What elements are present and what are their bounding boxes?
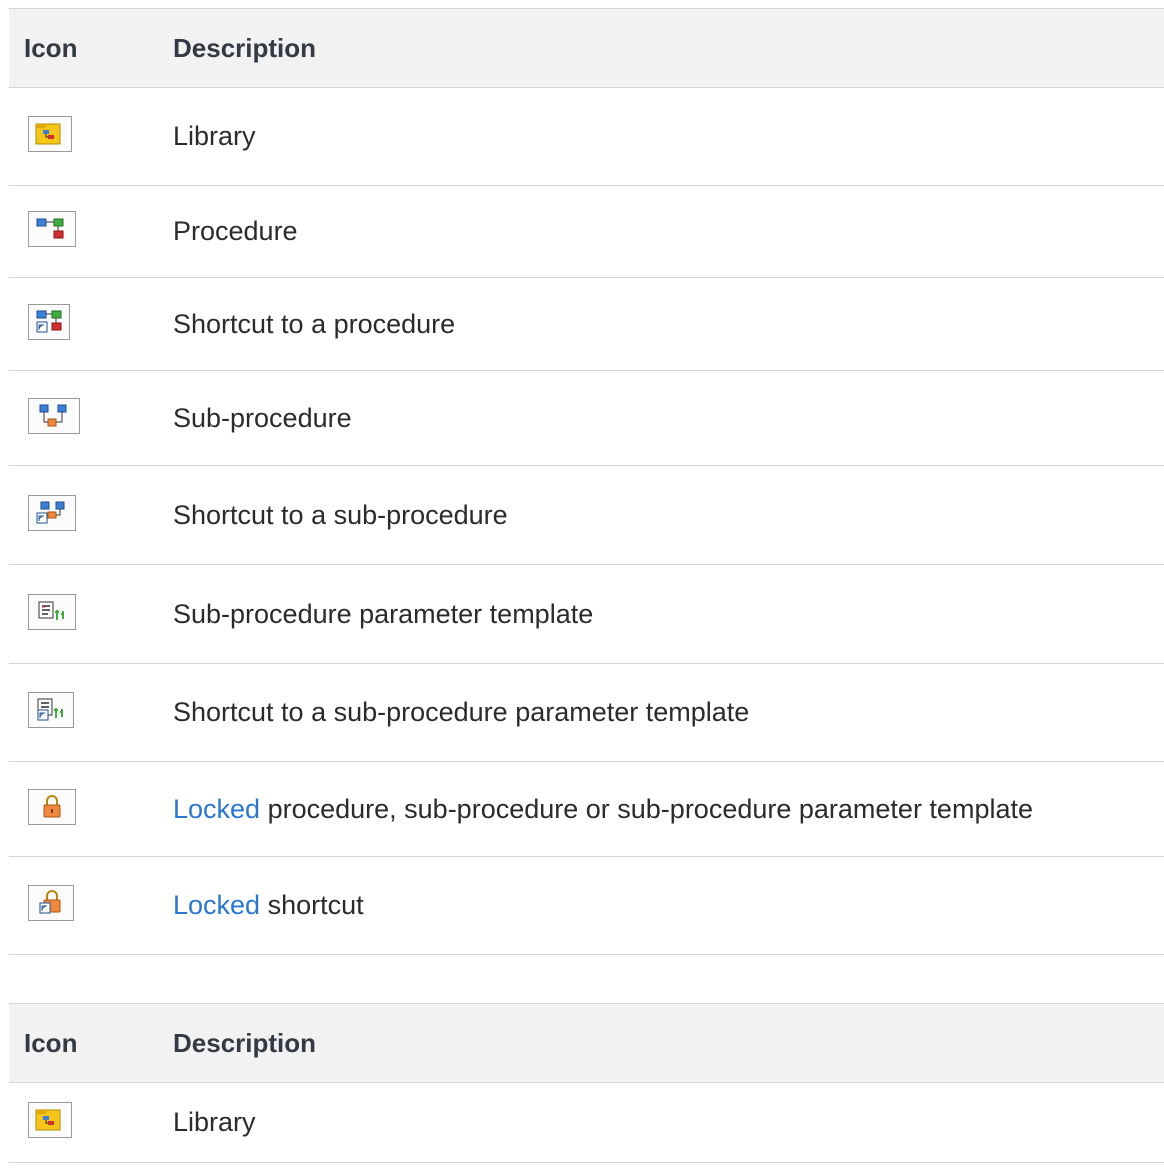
header-description: Description xyxy=(173,32,317,63)
row-description: Library xyxy=(173,1107,256,1137)
table-row: Procedure xyxy=(9,186,1164,278)
row-description: Procedure xyxy=(173,216,298,246)
table-row: Library xyxy=(9,88,1164,186)
row-description: Shortcut to a procedure xyxy=(173,308,456,339)
table-row: Shortcut to a procedure xyxy=(9,278,1164,371)
parameter-template-icon xyxy=(28,593,76,630)
locked-link[interactable]: Locked xyxy=(173,794,260,824)
procedure-icon xyxy=(28,211,76,247)
procedure-shortcut-icon xyxy=(28,303,70,340)
table-row: Sub-procedure parameter template xyxy=(9,565,1164,664)
sub-procedure-icon xyxy=(28,397,80,434)
row-description: Shortcut to a sub-procedure parameter te… xyxy=(173,697,750,727)
library-icon xyxy=(28,116,72,152)
table-row: Shortcut to a sub-procedure xyxy=(9,466,1164,565)
icon-table-2: Icon Description Library xyxy=(9,1003,1164,1163)
library-icon xyxy=(28,1102,72,1138)
table-header: Icon Description xyxy=(9,9,1164,88)
row-description: Library xyxy=(173,121,256,151)
table-row: Locked procedure, sub-procedure or sub-p… xyxy=(9,762,1164,857)
locked-link[interactable]: Locked xyxy=(173,890,260,920)
locked-shortcut-icon xyxy=(28,885,74,921)
locked-icon xyxy=(28,788,76,825)
parameter-template-shortcut-icon xyxy=(28,692,74,728)
row-description: Shortcut to a sub-procedure xyxy=(173,499,508,530)
table-row: Library xyxy=(9,1083,1164,1163)
header-description: Description xyxy=(173,1027,317,1058)
row-description: Sub-procedure parameter template xyxy=(173,598,594,629)
row-description: Locked shortcut xyxy=(173,890,364,920)
header-icon: Icon xyxy=(24,32,78,63)
row-description: Sub-procedure xyxy=(173,402,352,433)
sub-procedure-shortcut-icon xyxy=(28,494,76,531)
table-row: Shortcut to a sub-procedure parameter te… xyxy=(9,664,1164,762)
table-row: Locked shortcut xyxy=(9,857,1164,955)
row-description: Locked procedure, sub-procedure or sub-p… xyxy=(173,793,1033,824)
icon-table-1: Icon Description Library Procedure Short… xyxy=(9,8,1164,955)
table-row: Sub-procedure xyxy=(9,371,1164,466)
header-icon: Icon xyxy=(24,1027,78,1058)
table-header: Icon Description xyxy=(9,1004,1164,1083)
